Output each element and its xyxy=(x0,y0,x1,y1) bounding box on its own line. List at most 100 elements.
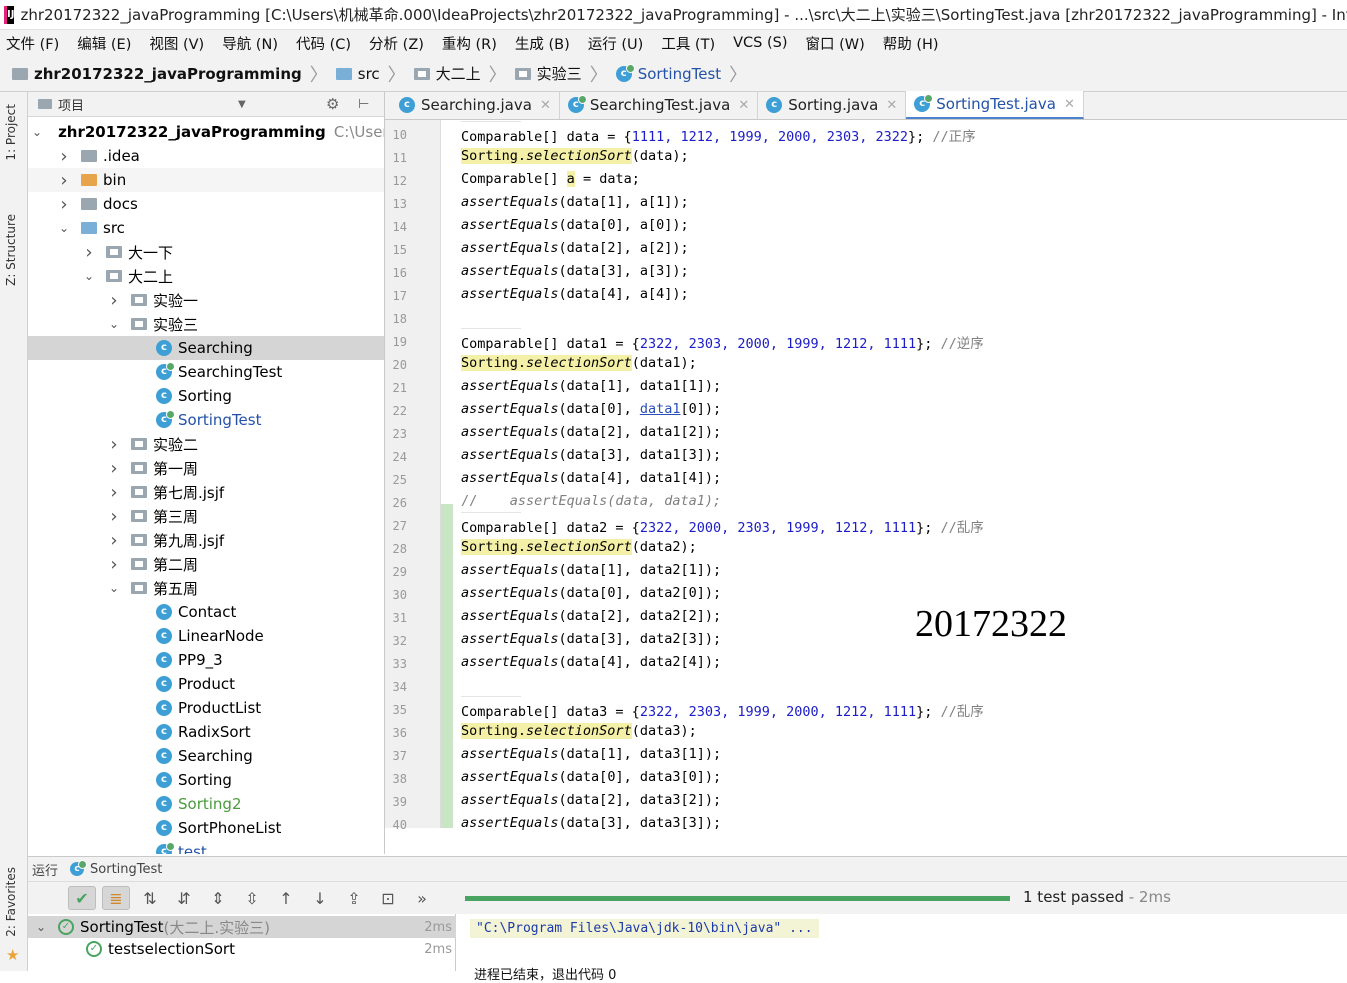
chevron-right-icon[interactable]: › xyxy=(57,146,71,167)
collapse-all-button[interactable]: ⇳ xyxy=(238,886,266,910)
menu-window[interactable]: 窗口 (W) xyxy=(805,33,864,54)
import-button[interactable]: ⊡ xyxy=(374,886,402,910)
menu-code[interactable]: 代码 (C) xyxy=(296,33,351,54)
code-line[interactable]: // assertEquals(data, data1); xyxy=(461,493,721,509)
chevron-right-icon[interactable]: › xyxy=(107,482,121,503)
dropdown-arrow-icon[interactable]: ▼ xyxy=(238,99,246,110)
code-line[interactable]: assertEquals(data[2], a[2]); xyxy=(461,240,689,256)
export-button[interactable]: ⇪ xyxy=(340,886,368,910)
tree-item[interactable]: ⌄ src xyxy=(28,216,384,240)
code-line[interactable]: Sorting.selectionSort(data2); xyxy=(461,539,697,555)
chevron-down-icon[interactable]: ⌄ xyxy=(82,269,96,283)
tab-searching-java[interactable]: c Searching.java ✕ xyxy=(391,91,560,119)
code-line[interactable]: assertEquals(data[4], data2[4]); xyxy=(461,654,721,670)
menu-run[interactable]: 运行 (U) xyxy=(588,33,644,54)
chevron-right-icon[interactable]: › xyxy=(107,506,121,527)
menu-refactor[interactable]: 重构 (R) xyxy=(442,33,497,54)
breadcrumb-package-1[interactable]: 大二上〉 xyxy=(413,61,515,87)
tree-item[interactable]: ⌄ 第五周 xyxy=(28,576,384,600)
console-output[interactable]: "C:\Program Files\Java\jdk-10\bin\java" … xyxy=(456,914,1347,983)
code-line[interactable]: Comparable[] data = {1111, 1212, 1999, 2… xyxy=(461,125,976,145)
menu-help[interactable]: 帮助 (H) xyxy=(883,33,939,54)
tree-item[interactable]: c RadixSort xyxy=(28,720,384,744)
collapse-icon[interactable]: ⊢ xyxy=(358,97,369,112)
expand-all-button[interactable]: ⇕ xyxy=(204,886,232,910)
code-line[interactable]: Comparable[] data1 = {2322, 2303, 2000, … xyxy=(461,332,984,352)
tree-item[interactable]: c Searching xyxy=(28,744,384,768)
code-line[interactable]: Comparable[] data3 = {2322, 2303, 1999, … xyxy=(461,700,984,720)
code-line[interactable]: assertEquals(data[0], a[0]); xyxy=(461,217,689,233)
run-config-tab[interactable]: SortingTest xyxy=(90,862,162,877)
chevron-right-icon[interactable]: › xyxy=(107,554,121,575)
code-line[interactable]: assertEquals(data[1], data2[1]); xyxy=(461,562,721,578)
show-ignored-button[interactable]: ≣ xyxy=(102,886,130,910)
tree-item[interactable]: ⌄ zhr20172322_javaProgramming C:\Users xyxy=(28,120,384,144)
previous-test-button[interactable]: ↑ xyxy=(272,886,300,910)
tree-item[interactable]: c Contact xyxy=(28,600,384,624)
chevron-right-icon[interactable]: › xyxy=(107,290,121,311)
code-line[interactable]: assertEquals(data[3], data1[3]); xyxy=(461,447,721,463)
test-suite-row[interactable]: ⌄ ✓ SortingTest (大二上.实验三) 2ms xyxy=(28,916,456,938)
tab-sorting-java[interactable]: c Sorting.java ✕ xyxy=(758,91,907,119)
code-line[interactable]: assertEquals(data[1], data1[1]); xyxy=(461,378,721,394)
menu-analyze[interactable]: 分析 (Z) xyxy=(369,33,424,54)
code-line[interactable]: Sorting.selectionSort(data1); xyxy=(461,355,697,371)
code-line[interactable]: assertEquals(data[3], a[3]); xyxy=(461,263,689,279)
test-case-row[interactable]: ✓ testselectionSort 2ms xyxy=(28,938,456,960)
tree-item[interactable]: › .idea xyxy=(28,144,384,168)
code-line[interactable]: Sorting.selectionSort(data3); xyxy=(461,723,697,739)
menu-file[interactable]: 文件 (F) xyxy=(6,33,59,54)
chevron-down-icon[interactable]: ⌄ xyxy=(34,920,48,934)
code-line[interactable]: assertEquals(data[2], data2[2]); xyxy=(461,608,721,624)
close-icon[interactable]: ✕ xyxy=(1064,97,1075,112)
tree-item[interactable]: c Product xyxy=(28,672,384,696)
close-icon[interactable]: ✕ xyxy=(886,98,897,113)
chevron-right-icon[interactable]: › xyxy=(82,242,96,263)
code-line[interactable]: assertEquals(data[1], a[1]); xyxy=(461,194,689,210)
tree-item[interactable]: › 实验二 xyxy=(28,432,384,456)
tree-item[interactable]: c Sorting xyxy=(28,384,384,408)
tree-item[interactable]: c PP9_3 xyxy=(28,648,384,672)
project-tool-tab[interactable]: 1: Project xyxy=(4,104,18,161)
code-line[interactable]: assertEquals(data[1], data3[1]); xyxy=(461,746,721,762)
code-line[interactable]: assertEquals(data[4], data1[4]); xyxy=(461,470,721,486)
next-test-button[interactable]: ↓ xyxy=(306,886,334,910)
show-passed-button[interactable]: ✔ xyxy=(68,886,96,910)
breadcrumb-class[interactable]: c SortingTest 〉 xyxy=(615,61,755,87)
chevron-right-icon[interactable]: › xyxy=(107,530,121,551)
tree-item[interactable]: ⌄ 实验三 xyxy=(28,312,384,336)
tree-item[interactable]: c LinearNode xyxy=(28,624,384,648)
gear-icon[interactable]: ⚙ xyxy=(326,95,339,113)
code-line[interactable]: assertEquals(data[3], data3[3]); xyxy=(461,815,721,831)
project-view-selector[interactable]: 项目 xyxy=(58,95,84,114)
tree-item[interactable]: c SearchingTest xyxy=(28,360,384,384)
chevron-down-icon[interactable]: ⌄ xyxy=(107,317,121,331)
code-line[interactable]: assertEquals(data[3], data2[3]); xyxy=(461,631,721,647)
code-line[interactable]: assertEquals(data[0], data3[0]); xyxy=(461,769,721,785)
tree-item[interactable]: › 第三周 xyxy=(28,504,384,528)
breadcrumb-project[interactable]: zhr20172322_javaProgramming 〉 xyxy=(12,61,336,87)
tree-item[interactable]: c Sorting xyxy=(28,768,384,792)
breadcrumb-package-2[interactable]: 实验三〉 xyxy=(514,61,616,87)
menu-tools[interactable]: 工具 (T) xyxy=(661,33,715,54)
chevron-down-icon[interactable]: ⌄ xyxy=(32,125,42,139)
chevron-down-icon[interactable]: ⌄ xyxy=(57,221,71,235)
structure-tool-tab[interactable]: Z: Structure xyxy=(4,214,18,286)
favorites-tool-tab[interactable]: 2: Favorites xyxy=(4,867,18,937)
code-line[interactable]: Comparable[] data2 = {2322, 2000, 2303, … xyxy=(461,516,984,536)
code-line[interactable]: Sorting.selectionSort(data); xyxy=(461,148,689,164)
chevron-right-icon[interactable]: › xyxy=(57,194,71,215)
tree-item[interactable]: › 大一下 xyxy=(28,240,384,264)
tree-item[interactable]: c ProductList xyxy=(28,696,384,720)
tree-item[interactable]: › 第九周.jsjf xyxy=(28,528,384,552)
tree-item[interactable]: c Searching xyxy=(28,336,384,360)
code-line[interactable]: assertEquals(data[2], data1[2]); xyxy=(461,424,721,440)
tree-item[interactable]: c Sorting2 xyxy=(28,792,384,816)
more-actions-button[interactable]: » xyxy=(408,886,436,910)
tree-item[interactable]: › docs xyxy=(28,192,384,216)
chevron-right-icon[interactable]: › xyxy=(57,170,71,191)
menu-edit[interactable]: 编辑 (E) xyxy=(77,33,131,54)
code-line[interactable]: assertEquals(data[2], data3[2]); xyxy=(461,792,721,808)
tab-searchingtest-java[interactable]: c SearchingTest.java ✕ xyxy=(560,91,759,119)
tree-item[interactable]: › bin xyxy=(28,168,384,192)
